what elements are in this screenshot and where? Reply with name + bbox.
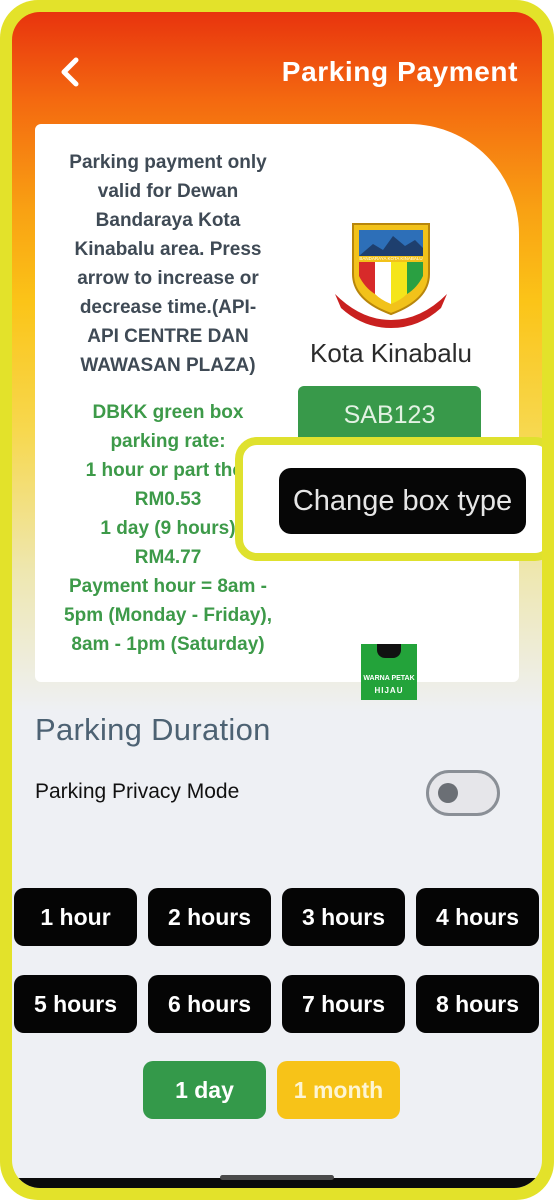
duration-1-day-button[interactable]: 1 day [143,1061,266,1119]
page-title: Parking Payment [281,56,518,87]
description-line: Parking payment only [69,152,267,173]
box-sign-line2: HIJAU [374,686,404,695]
parking-info-description: Parking payment only valid for Dewan Ban… [53,148,283,380]
privacy-mode-toggle[interactable] [426,770,500,816]
duration-4-hours-button[interactable]: 4 hours [416,888,539,946]
description-line: decrease time.(API- [79,297,257,318]
logo-text: BANDARAYA KOTA KINABALU [359,256,422,261]
parking-info-card: Parking payment only valid for Dewan Ban… [35,124,519,700]
green-box-sign-icon: WARNA PETAK HIJAU [361,644,417,700]
rate-line: 8am - 1pm (Saturday) [71,634,265,655]
duration-8-hours-button[interactable]: 8 hours [416,975,539,1033]
back-button[interactable] [50,52,90,92]
duration-7-hours-button[interactable]: 7 hours [282,975,405,1033]
app-screen: Parking Payment Parking payment only val… [12,12,542,1188]
box-sign-glyph [377,644,401,658]
device-frame: Parking Payment Parking payment only val… [0,0,554,1200]
rate-line: DBKK green box [92,402,244,423]
change-box-type-button[interactable]: Change box type [279,468,526,534]
duration-2-hours-button[interactable]: 2 hours [148,888,271,946]
description-line: valid for Dewan [97,181,239,202]
city-crest-logo: BANDARAYA KOTA KINABALU [335,223,447,328]
privacy-mode-label: Parking Privacy Mode [35,780,240,803]
duration-5-hours-button[interactable]: 5 hours [14,975,137,1033]
description-line: Kinabalu area. Press [74,239,262,260]
duration-6-hours-button[interactable]: 6 hours [148,975,271,1033]
duration-3-hours-button[interactable]: 3 hours [282,888,405,946]
vehicle-plate-button[interactable]: SAB123 [298,386,481,444]
duration-1-hour-button[interactable]: 1 hour [14,888,137,946]
change-box-highlight: Change box type [235,437,542,561]
duration-1-month-button[interactable]: 1 month [277,1061,400,1119]
description-line: API CENTRE DAN [87,326,249,347]
description-line: WAWASAN PLAZA) [80,355,256,376]
toggle-knob [438,783,458,803]
chevron-left-icon [61,57,79,87]
rate-line: 5pm (Monday - Friday), [64,605,272,626]
home-indicator[interactable] [220,1175,334,1180]
city-name: Kota Kinabalu [310,338,472,368]
box-sign-line1: WARNA PETAK [363,675,415,682]
rate-line: Payment hour = 8am - [69,576,267,597]
parking-duration-title: Parking Duration [35,712,271,747]
description-line: arrow to increase or [77,268,259,289]
description-line: Bandaraya Kota [95,210,241,231]
